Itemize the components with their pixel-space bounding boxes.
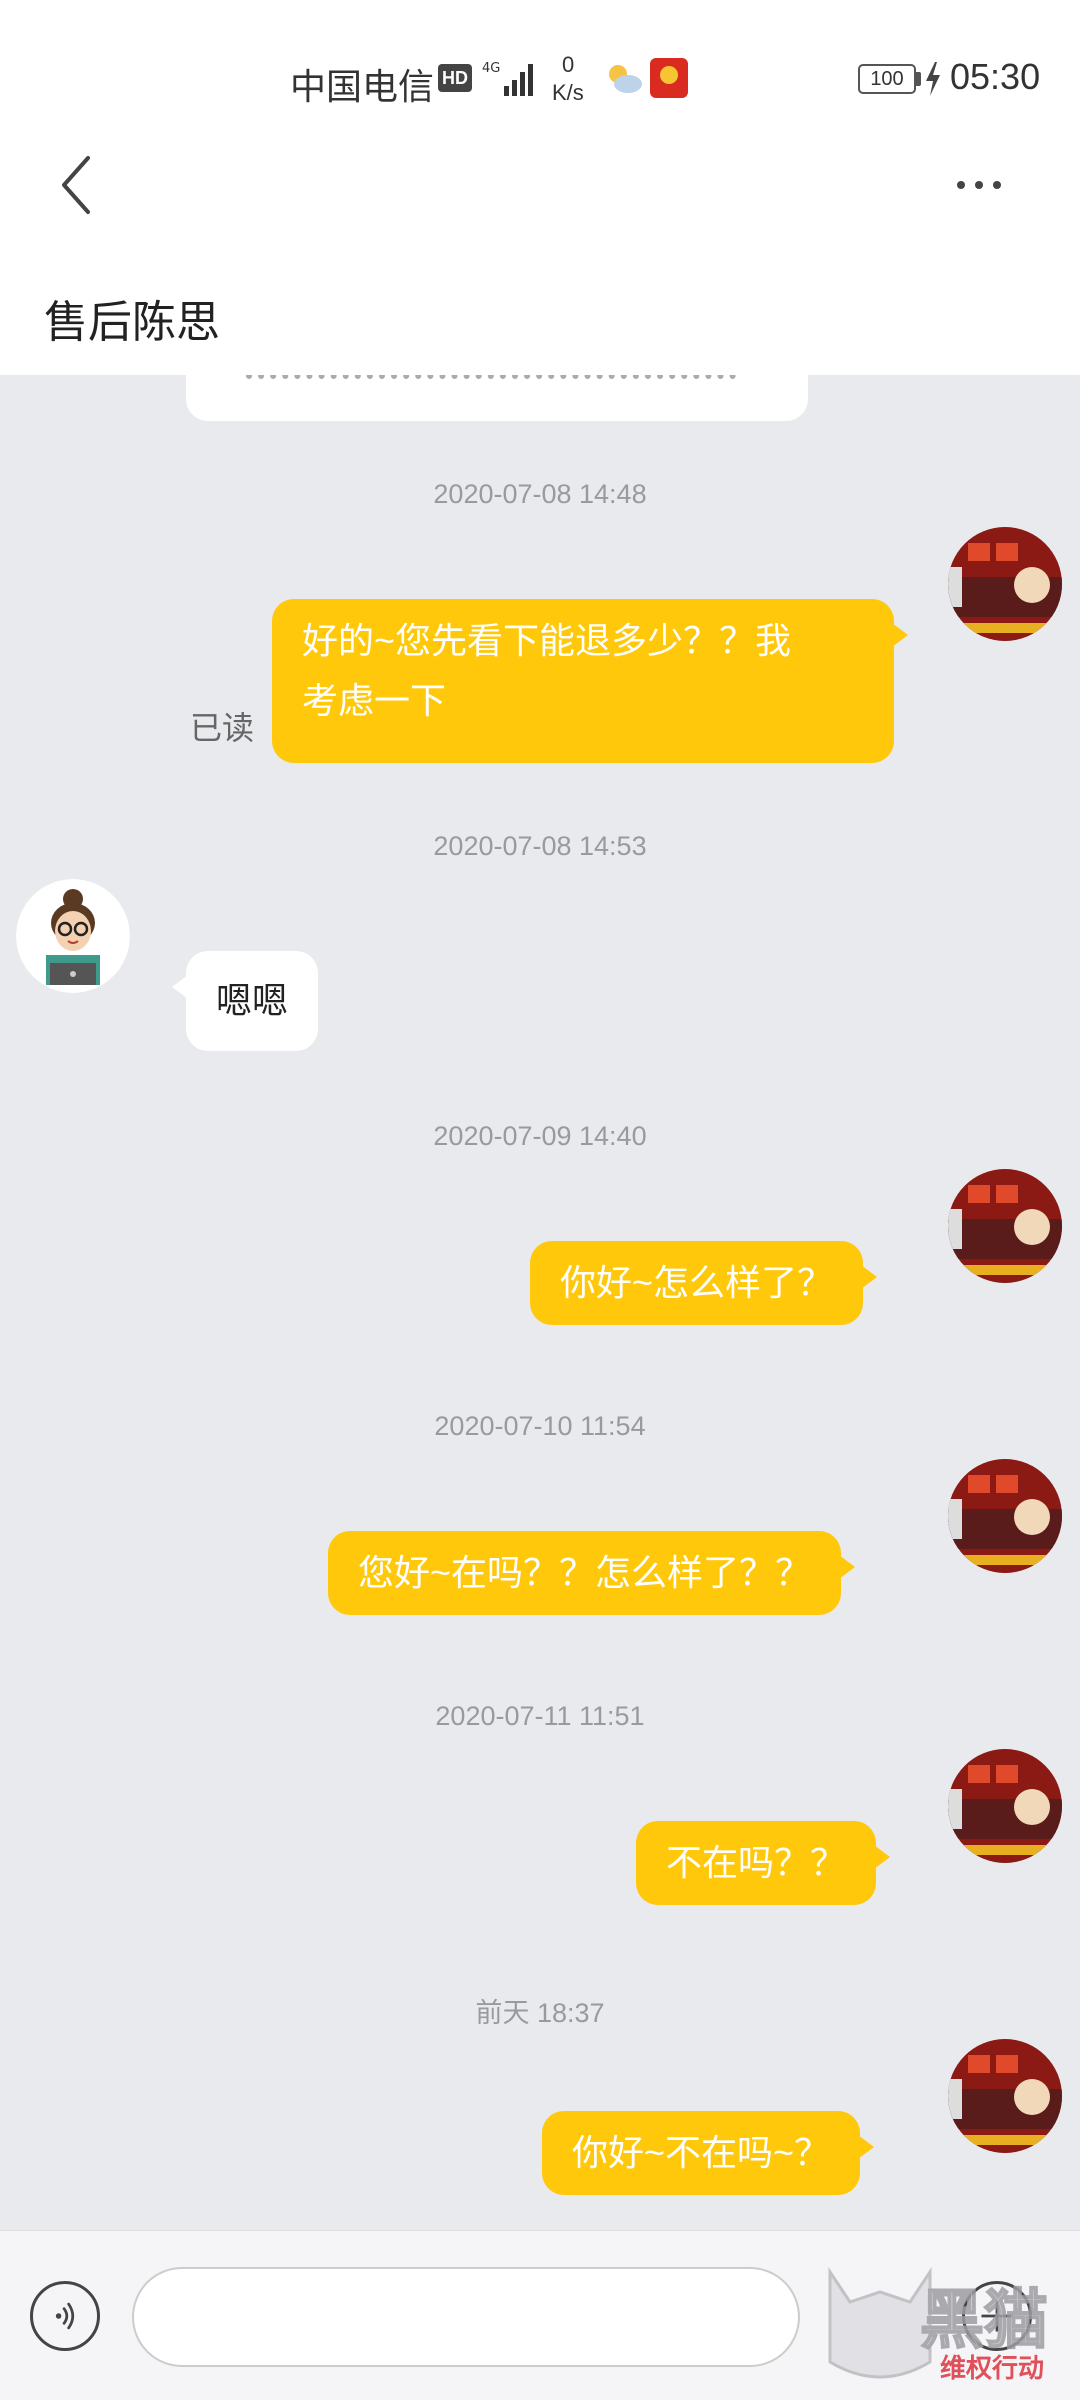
- signal-icon: 4G: [482, 61, 533, 96]
- status-bar: 中国电信 HD 4G 0 K/s 100 05:30: [0, 0, 1080, 140]
- message-timestamp: 2020-07-08 14:48: [433, 479, 647, 509]
- outgoing-message-bubble[interactable]: 你好~怎么样了？: [530, 1241, 878, 1325]
- network-speed-unit: K/s: [552, 80, 584, 105]
- message-text: 嗯嗯: [216, 980, 289, 1021]
- chat-message-list[interactable]: 2020-07-08 14:48 好的~您先看下能退多少？？我 考虑一下 已读 …: [0, 375, 1080, 2230]
- message-text: 不在吗？？: [666, 1842, 847, 1883]
- user-avatar-image: [948, 527, 1062, 641]
- watermark-logo-text: 黑猫: [920, 2284, 1048, 2358]
- partial-message-bubble: [186, 375, 808, 421]
- voice-icon[interactable]: [30, 2281, 100, 2351]
- agent-avatar-image: [16, 879, 130, 993]
- user-avatar[interactable]: [948, 1169, 1062, 1283]
- message-text: 您好~在吗？？怎么样了？？: [358, 1552, 812, 1593]
- message-text: 你好~怎么样了？: [560, 1262, 834, 1303]
- message-timestamp: 2020-07-09 14:40: [433, 1121, 647, 1151]
- app-notification-icon: [650, 58, 688, 98]
- message-timestamp: 2020-07-10 11:54: [434, 1411, 646, 1441]
- page-title: 售后陈思: [44, 298, 220, 347]
- user-avatar[interactable]: [948, 1749, 1062, 1863]
- more-horizontal-icon[interactable]: [955, 175, 1003, 195]
- read-receipt-label: 已读: [190, 710, 255, 746]
- user-avatar[interactable]: [948, 2039, 1062, 2153]
- user-avatar-image: [948, 1459, 1062, 1573]
- outgoing-message-bubble[interactable]: 好的~您先看下能退多少？？我 考虑一下: [272, 599, 908, 763]
- user-avatar-image: [948, 2039, 1062, 2153]
- message-timestamp: 2020-07-11 11:51: [435, 1701, 645, 1731]
- incoming-message-bubble[interactable]: 嗯嗯: [171, 951, 319, 1051]
- message-text-line: 好的~您先看下能退多少？？我: [302, 620, 792, 661]
- weather-icon: [609, 65, 642, 93]
- clock: 05:30: [950, 56, 1041, 97]
- user-avatar[interactable]: [948, 1459, 1062, 1573]
- message-text: 你好~不在吗~？: [572, 2132, 831, 2173]
- network-speed-value: 0: [562, 52, 575, 77]
- message-timestamp: 前天 18:37: [475, 1998, 605, 2028]
- watermark-slogan: 维权行动: [940, 2353, 1045, 2383]
- chevron-left-icon[interactable]: [50, 150, 100, 220]
- battery-tip: [916, 72, 921, 86]
- message-timestamp: 2020-07-08 14:53: [433, 831, 647, 861]
- message-text-line: 考虑一下: [302, 680, 447, 721]
- outgoing-message-bubble[interactable]: 您好~在吗？？怎么样了？？: [328, 1531, 856, 1615]
- user-avatar-image: [948, 1169, 1062, 1283]
- battery-icon: 100: [858, 64, 916, 94]
- user-avatar-image: [948, 1749, 1062, 1863]
- agent-avatar[interactable]: [16, 879, 130, 993]
- hd-badge: HD: [438, 64, 472, 92]
- outgoing-message-bubble[interactable]: 你好~不在吗~？: [542, 2111, 875, 2195]
- network-type-label: 4G: [482, 61, 500, 76]
- charging-icon: [926, 62, 940, 96]
- message-input[interactable]: [132, 2267, 800, 2367]
- user-avatar[interactable]: [948, 527, 1062, 641]
- outgoing-message-bubble[interactable]: 不在吗？？: [636, 1821, 891, 1905]
- carrier-label: 中国电信: [290, 66, 435, 107]
